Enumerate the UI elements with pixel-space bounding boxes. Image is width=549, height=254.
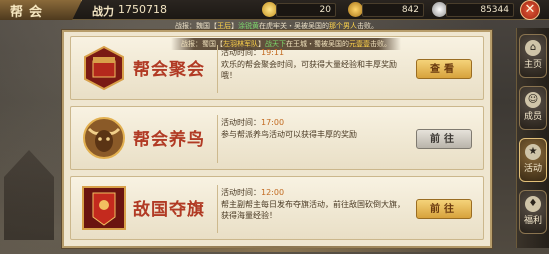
coin-icon: [348, 2, 363, 17]
divider: [217, 185, 218, 233]
view-button[interactable]: 查看: [416, 59, 472, 79]
divider: [217, 45, 218, 93]
event-title: 帮会养鸟: [133, 130, 205, 150]
event-card-capture-flag: 敌国夺旗 活动时间：12:00 帮主副帮主每日发布夺旗活动，前往敌国砍倒大旗，获…: [70, 176, 484, 240]
welfare-icon: ♦: [525, 196, 541, 212]
nav-label: 成员: [523, 112, 542, 122]
home-icon: ⌂: [525, 40, 541, 56]
gold-ingot-icon: [262, 2, 277, 17]
activity-panel: 战报：蜀国【左羽林军队】战天下在王城・蜀被吴国的元壹壹击败。 帮会聚会 活动时间…: [62, 30, 492, 248]
divider: [217, 115, 218, 163]
event-time: 活动时间：12:00: [221, 188, 285, 197]
power-value: 1750718: [118, 3, 167, 16]
activity-icon: ★: [525, 144, 541, 160]
house-silhouette: [4, 150, 54, 240]
panel-bottom-ornament: [76, 246, 476, 252]
close-button[interactable]: ✕: [520, 0, 540, 20]
war-flag-icon: [82, 186, 126, 230]
left-scenery: [0, 30, 58, 248]
nav-label: 福利: [523, 216, 542, 226]
event-description: 参与帮派养鸟活动可以获得丰厚的奖励: [221, 130, 357, 139]
top-bar: 帮会 战力 1750718 20 842 85344 ✕: [0, 0, 549, 20]
nav-label: 活动: [523, 164, 542, 174]
right-nav: ⌂ 主页 ☺ 成员 ★ 活动 ♦ 福利: [516, 28, 549, 248]
feast-chest-icon: [84, 45, 124, 91]
nav-activity[interactable]: ★ 活动: [519, 138, 547, 182]
event-title: 帮会聚会: [133, 60, 205, 80]
nav-members[interactable]: ☺ 成员: [519, 86, 547, 130]
gold-ingot-counter: 20: [276, 3, 336, 17]
guild-tab-label: 帮会: [10, 5, 49, 20]
nav-label: 主页: [523, 60, 542, 70]
go-button[interactable]: 前往: [416, 129, 472, 149]
go-button[interactable]: 前往: [416, 199, 472, 219]
members-icon: ☺: [525, 92, 541, 108]
event-description: 帮主副帮主每日发布夺旗活动，前往敌国砍倒大旗，获得海量经验！: [221, 200, 405, 220]
close-icon: ✕: [524, 2, 536, 17]
guild-tab[interactable]: 帮会: [0, 0, 82, 20]
silver-icon: [432, 2, 447, 17]
event-card-bird-raising: 帮会养鸟 活动时间：17:00 参与帮派养鸟活动可以获得丰厚的奖励 前往: [70, 106, 484, 170]
silver-counter: 85344: [446, 3, 514, 17]
nav-welfare[interactable]: ♦ 福利: [519, 190, 547, 234]
nav-home[interactable]: ⌂ 主页: [519, 34, 547, 78]
power-label: 战力: [92, 5, 114, 18]
event-title: 敌国夺旗: [133, 200, 205, 220]
event-card-guild-feast: 战报：蜀国【左羽林军队】战天下在王城・蜀被吴国的元壹壹击败。 帮会聚会 活动时间…: [70, 36, 484, 100]
event-description: 欢乐的帮会聚会时间，可获得大量经验和丰厚奖励哦！: [221, 60, 397, 80]
event-time: 活动时间：19:11: [221, 48, 285, 57]
battle-report-banner: 战报：蜀国【左羽林军队】战天下在王城・蜀被吴国的元壹壹击败。: [171, 38, 401, 50]
coin-counter: 842: [362, 3, 424, 17]
event-time: 活动时间：17:00: [221, 118, 285, 127]
bull-head-icon: [83, 117, 125, 159]
